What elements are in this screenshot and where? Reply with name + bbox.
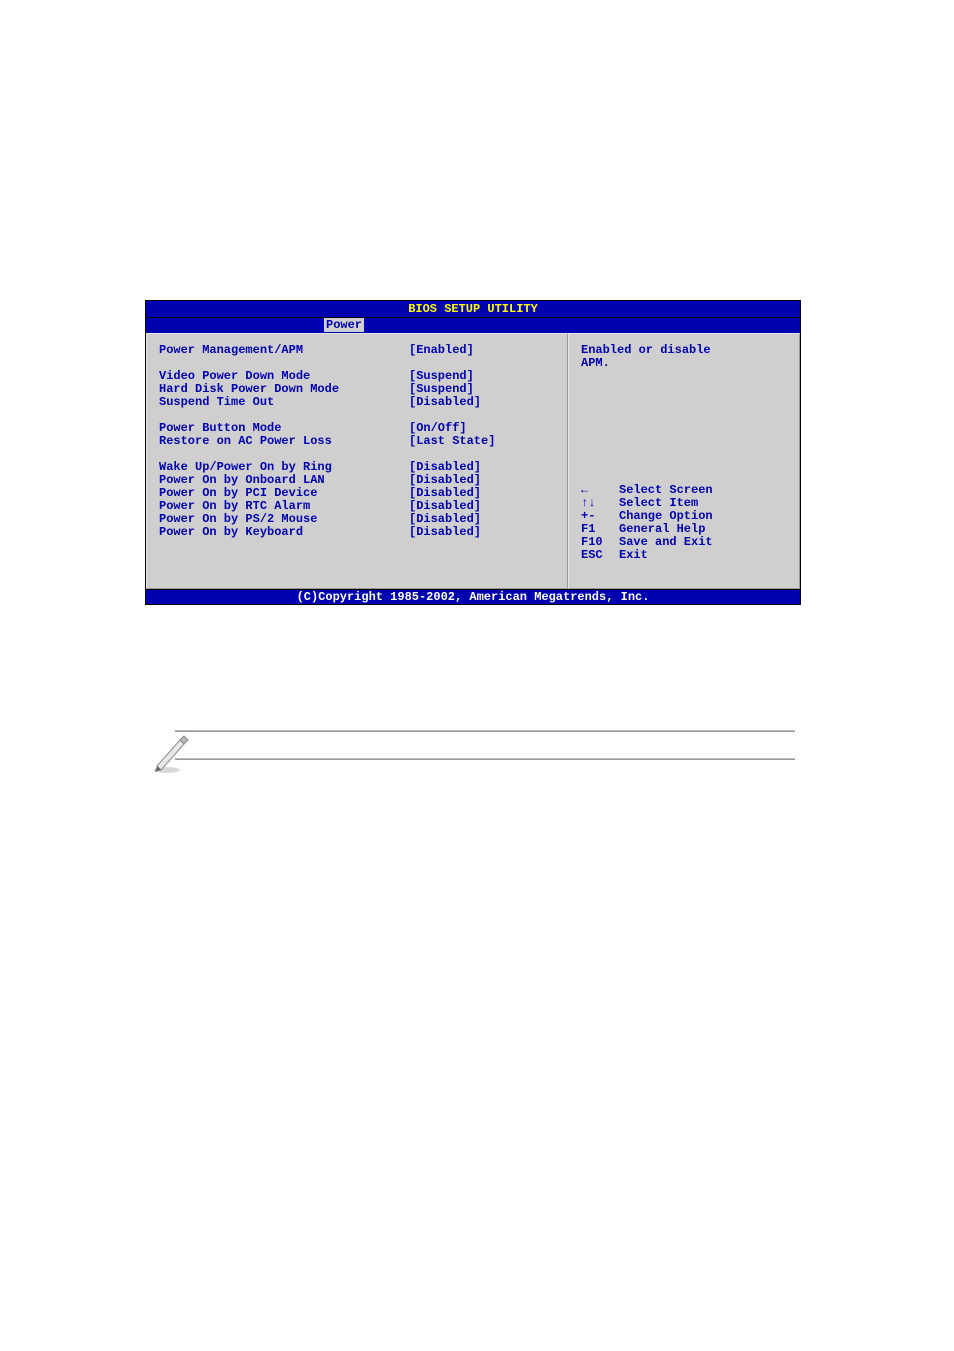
setting-row[interactable]: Restore on AC Power Loss [Last State] xyxy=(159,435,555,448)
setting-value: [Disabled] xyxy=(409,526,481,539)
bios-title: BIOS SETUP UTILITY xyxy=(145,300,801,318)
bios-main-panel: Power Management/APM [Enabled] Video Pow… xyxy=(146,333,568,589)
bios-help-panel: Enabled or disable APM. ← Select Screen … xyxy=(568,333,800,589)
setting-value: [Enabled] xyxy=(409,344,474,357)
setting-value: [Last State] xyxy=(409,435,495,448)
bios-copyright: (C)Copyright 1985-2002, American Megatre… xyxy=(145,590,801,605)
bios-window: BIOS SETUP UTILITY Power Power Managemen… xyxy=(145,300,801,605)
setting-row[interactable]: Power Management/APM [Enabled] xyxy=(159,344,555,357)
blank-row xyxy=(159,539,555,552)
tab-power[interactable]: Power xyxy=(324,318,364,332)
bios-tab-row: Power xyxy=(145,318,801,333)
nav-help: ← Select Screen ↑↓ Select Item +- Change… xyxy=(581,484,787,562)
setting-label: Suspend Time Out xyxy=(159,396,409,409)
setting-label: Restore on AC Power Loss xyxy=(159,435,409,448)
divider xyxy=(175,758,795,760)
nav-desc: Exit xyxy=(619,549,648,562)
help-text-block: Enabled or disable APM. xyxy=(581,344,787,484)
setting-label: Power Management/APM xyxy=(159,344,409,357)
setting-row[interactable]: Power On by Keyboard [Disabled] xyxy=(159,526,555,539)
nav-row: ESC Exit xyxy=(581,549,787,562)
setting-label: Power On by Keyboard xyxy=(159,526,409,539)
bios-body: Power Management/APM [Enabled] Video Pow… xyxy=(145,333,801,590)
help-line: Enabled or disable xyxy=(581,344,787,357)
nav-row: F10 Save and Exit xyxy=(581,536,787,549)
help-line: APM. xyxy=(581,357,787,370)
setting-row[interactable]: Suspend Time Out [Disabled] xyxy=(159,396,555,409)
divider xyxy=(175,730,795,732)
nav-key: ESC xyxy=(581,549,619,562)
pen-icon xyxy=(150,732,192,774)
note-block xyxy=(175,730,795,786)
blank-row xyxy=(159,552,555,565)
setting-value: [Disabled] xyxy=(409,396,481,409)
blank-row xyxy=(159,565,555,578)
